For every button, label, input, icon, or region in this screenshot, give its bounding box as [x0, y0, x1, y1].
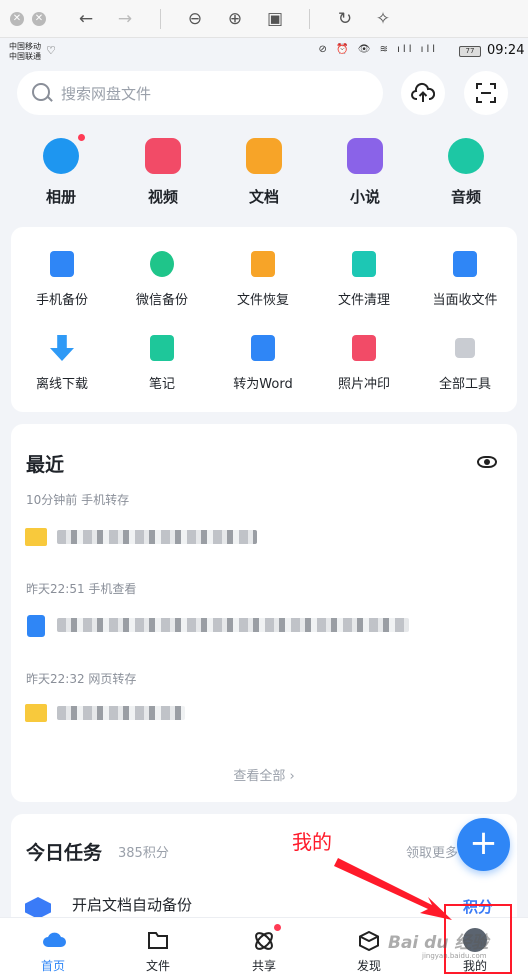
watermark: Bai du 经验: [388, 933, 489, 953]
watermark-url: jingyan.baidu.com: [422, 952, 487, 960]
annotation-arrow: [334, 858, 452, 920]
